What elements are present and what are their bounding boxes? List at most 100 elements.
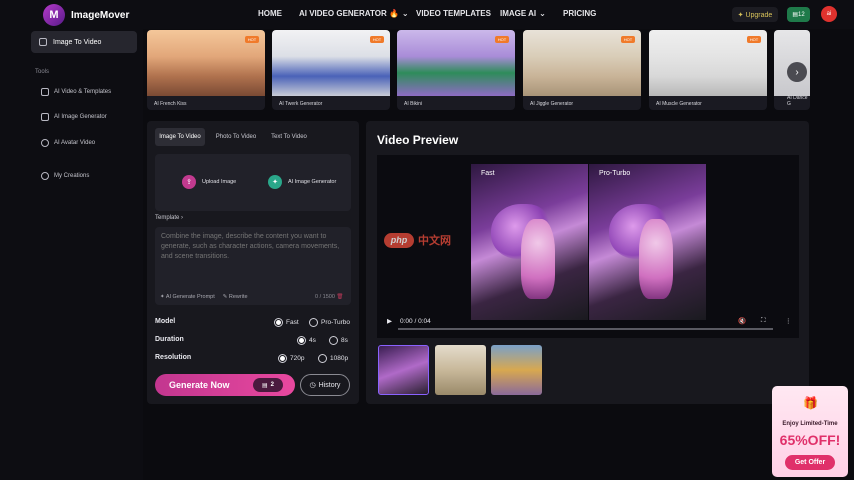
image-icon [41, 113, 49, 121]
sidebar: Image To Video Tools AI Video & Template… [0, 29, 143, 480]
nav-home[interactable]: HOME [258, 9, 282, 18]
radio-icon [329, 336, 338, 345]
chevron-down-icon: ⌄ [401, 9, 409, 18]
model-option-pro-turbo[interactable]: Pro-Turbo [309, 318, 350, 327]
model-option-fast[interactable]: Fast [274, 318, 299, 327]
duration-option-4s[interactable]: 4s [297, 336, 316, 345]
app-root: M ImageMover HOME AI VIDEO GENERATOR 🔥 ⌄ … [0, 0, 854, 480]
pro-turbo-label: Pro-Turbo [599, 170, 631, 177]
watermark: php 中文网 [384, 232, 451, 248]
hot-badge: HOT [747, 36, 761, 43]
template-caption: AI Twerk Generator [279, 101, 323, 107]
hot-badge: HOT [621, 36, 635, 43]
sidebar-item-image-to-video[interactable]: Image To Video [31, 31, 137, 53]
duration-label: Duration [155, 336, 184, 343]
video-time: 0:00 / 0:04 [400, 317, 431, 325]
carousel-next-button[interactable]: › [787, 62, 807, 82]
radio-icon [274, 318, 283, 327]
fairy-figure [521, 219, 555, 299]
template-card-twerk[interactable]: HOT AI Twerk Generator [272, 30, 390, 110]
upload-image-button[interactable]: ⇪ Upload Image [182, 175, 236, 189]
sidebar-item-ai-avatar-video[interactable]: AI Avatar Video [41, 139, 95, 147]
template-caption: AI Jiggle Generator [530, 101, 574, 107]
upload-icon: ⇪ [182, 175, 196, 189]
prompt-tools: ✦ AI Generate Prompt ✎ Rewrite [160, 294, 248, 300]
preview-thumbnail-city[interactable] [491, 345, 542, 395]
template-card-bikini[interactable]: HOT AI Bikini [397, 30, 515, 110]
nav-image-ai[interactable]: IMAGE AI ⌄ [500, 9, 546, 18]
gift-icon: 🎁 [803, 396, 818, 410]
preview-title: Video Preview [377, 133, 459, 147]
chevron-right-icon: › [795, 66, 799, 78]
brand-logo: M [43, 4, 65, 26]
sidebar-item-ai-image-generator[interactable]: AI Image Generator [41, 113, 107, 121]
radio-icon [309, 318, 318, 327]
template-caption: AI Muscle Generator [656, 101, 702, 107]
sparkle-icon: ✦ [268, 175, 282, 189]
sidebar-item-my-creations[interactable]: My Creations [41, 172, 89, 180]
resolution-label: Resolution [155, 354, 192, 361]
mute-icon[interactable]: 🔇 [738, 317, 746, 325]
watermark-pill: php [384, 232, 414, 248]
template-caption: AI Bikini [404, 101, 423, 107]
promo-line1: Enjoy Limited-Time [782, 421, 838, 427]
watermark-text: 中文网 [418, 235, 451, 247]
play-icon[interactable]: ▶ [387, 317, 392, 325]
credits-badge[interactable]: ▤ 12 [787, 7, 810, 22]
template-card-french-kiss[interactable]: HOT AI French Kiss [147, 30, 265, 110]
promo-popup: 🎁 Enjoy Limited-Time 65%OFF! Get Offer [772, 386, 848, 477]
video-progress-bar[interactable] [398, 328, 773, 330]
preview-thumbnail-beach[interactable] [435, 345, 486, 395]
brand[interactable]: M ImageMover [43, 4, 129, 26]
template-selector[interactable]: Template › [155, 215, 183, 221]
sidebar-section-title: Tools [35, 69, 50, 75]
generator-panel: Image To Video Photo To Video Text To Vi… [147, 121, 359, 404]
duration-option-8s[interactable]: 8s [329, 336, 348, 345]
resolution-option-1080p[interactable]: 1080p [318, 354, 348, 363]
nav-pricing[interactable]: PRICING [563, 9, 596, 18]
char-counter: 0 / 1500 🗑 [315, 294, 344, 300]
history-button[interactable]: ◷ History [300, 374, 350, 396]
nav-video-templates[interactable]: VIDEO TEMPLATES [416, 9, 491, 18]
get-offer-button[interactable]: Get Offer [785, 455, 835, 470]
creations-icon [41, 172, 49, 180]
clock-icon: ◷ [309, 382, 316, 389]
sidebar-item-ai-video-templates[interactable]: AI Video & Templates [41, 88, 111, 96]
tab-image-to-video[interactable]: Image To Video [155, 128, 205, 146]
generate-now-button[interactable]: Generate Now ▤ 2 [155, 374, 295, 396]
brand-name: ImageMover [71, 9, 130, 21]
ai-generate-prompt-button[interactable]: ✦ AI Generate Prompt [160, 294, 215, 300]
hot-badge: HOT [245, 36, 259, 43]
tab-text-to-video[interactable]: Text To Video [267, 128, 311, 146]
fast-label: Fast [481, 170, 495, 177]
template-card-jiggle[interactable]: HOT AI Jiggle Generator [523, 30, 641, 110]
upload-area: ⇪ Upload Image ✦ AI Image Generator [155, 154, 351, 211]
radio-icon [297, 336, 306, 345]
upgrade-button[interactable]: ✦ Upgrade [732, 7, 778, 22]
trash-icon[interactable]: 🗑 [336, 294, 343, 300]
user-avatar[interactable]: ai [821, 6, 837, 22]
rewrite-button[interactable]: ✎ Rewrite [223, 294, 248, 300]
hot-badge: HOT [495, 36, 509, 43]
radio-icon [278, 354, 287, 363]
fairy-figure [639, 219, 673, 299]
preview-thumbnail-fairy[interactable] [378, 345, 429, 395]
nav-ai-video-generator[interactable]: AI VIDEO GENERATOR 🔥 ⌄ [299, 9, 409, 18]
image-icon [39, 38, 47, 46]
ai-image-generator-button[interactable]: ✦ AI Image Generator [268, 175, 336, 189]
top-navbar: M ImageMover HOME AI VIDEO GENERATOR 🔥 ⌄ … [0, 0, 854, 29]
video-icon [41, 88, 49, 96]
tab-photo-to-video[interactable]: Photo To Video [211, 128, 261, 146]
template-caption: AI French Kiss [154, 101, 187, 107]
video-preview-panel: Video Preview Fast Pro-Turbo ▶ 0:00 / 0:… [366, 121, 809, 404]
video-frame-pro-turbo: Pro-Turbo [589, 164, 706, 320]
template-card-muscle[interactable]: HOT AI Muscle Generator [649, 30, 767, 110]
resolution-option-720p[interactable]: 720p [278, 354, 304, 363]
avatar-icon [41, 139, 49, 147]
model-label: Model [155, 318, 176, 325]
video-frame-fast: Fast [471, 164, 588, 320]
more-icon[interactable]: ⋮ [785, 317, 792, 325]
fullscreen-icon[interactable]: ⛶ [761, 317, 766, 325]
coin-icon: ▤ [261, 382, 268, 389]
promo-discount: 65%OFF! [779, 432, 841, 448]
